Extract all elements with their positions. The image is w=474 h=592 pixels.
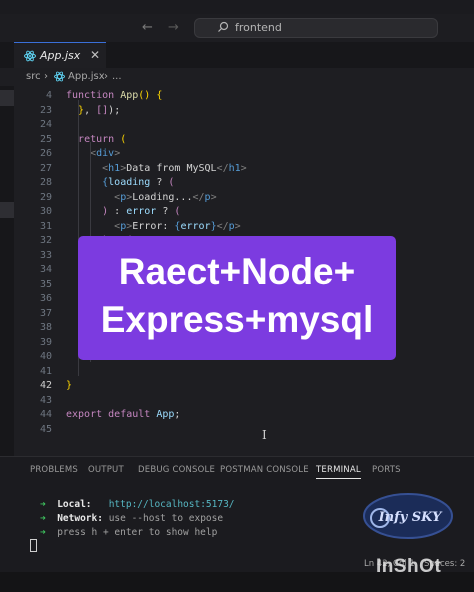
command-center-search[interactable]: frontend <box>194 18 438 38</box>
code-line[interactable]: 29 <p>Loading...</p> <box>14 192 474 206</box>
line-number: 26 <box>39 148 52 159</box>
line-number: 27 <box>39 162 52 174</box>
title-bar: ← → frontend <box>0 14 474 42</box>
tab-app-jsx[interactable]: App.jsx ✕ <box>14 42 106 68</box>
line-number: 24 <box>39 119 52 130</box>
line-number: 28 <box>39 177 52 188</box>
line-number: 29 <box>39 191 52 203</box>
title-overlay-banner: Raect+Node+ Express+mysql <box>78 236 396 360</box>
search-text: frontend <box>235 21 282 34</box>
tab-debug-console[interactable]: DEBUG CONSOLE <box>138 465 215 475</box>
tab-output[interactable]: OUTPUT <box>88 465 124 475</box>
line-number: 36 <box>39 293 52 304</box>
search-icon <box>218 21 229 32</box>
forward-arrow-icon[interactable]: → <box>168 20 179 35</box>
inshot-watermark: InShOt <box>376 556 442 577</box>
code-text: }, []); <box>78 104 121 116</box>
line-number: 25 <box>39 133 52 145</box>
code-text: <div> <box>90 148 121 159</box>
line-number: 31 <box>39 220 52 232</box>
line-number: 45 <box>39 423 52 435</box>
line-number: 23 <box>39 104 52 116</box>
code-line[interactable]: 44 export default App; <box>14 409 474 423</box>
tab-label: App.jsx <box>40 49 81 62</box>
editor-tab-bar: App.jsx ✕ <box>0 42 474 69</box>
terminal-line-network: ➜ Network: use --host to expose <box>40 513 224 524</box>
code-line[interactable]: 41 <box>14 366 474 380</box>
code-line[interactable]: 42} <box>14 380 474 394</box>
code-text: <p>Loading...</p> <box>114 191 217 203</box>
tab-postman-console[interactable]: POSTMAN CONSOLE <box>220 465 309 475</box>
line-number: 30 <box>39 206 52 217</box>
code-text: <p>Error: {error}</p> <box>114 220 241 232</box>
tab-terminal[interactable]: TERMINAL <box>316 465 361 479</box>
terminal-cursor <box>30 539 37 552</box>
code-line[interactable]: 26 <div> <box>14 148 474 162</box>
vscode-window: ← → frontend App.jsx ✕ src › App.jsx › .… <box>0 0 474 592</box>
code-line[interactable]: 27 <h1>Data from MySQL</h1> <box>14 163 474 177</box>
breadcrumb-more[interactable]: ... <box>112 71 122 82</box>
activity-strip <box>0 86 14 456</box>
tab-ports[interactable]: PORTS <box>372 465 401 475</box>
code-text: ) : error ? ( <box>102 206 181 217</box>
banner-line-2: Express+mysql <box>100 299 374 340</box>
breadcrumb-separator: › <box>44 71 48 82</box>
terminal-line-local: ➜ Local: http://localhost:5173/ <box>40 499 235 510</box>
banner-line-1: Raect+Node+ <box>118 251 356 292</box>
line-number: 32 <box>39 235 52 246</box>
breadcrumb-file[interactable]: App.jsx <box>68 71 105 82</box>
line-number: 39 <box>39 336 52 348</box>
code-line[interactable]: 24 <box>14 119 474 133</box>
react-icon <box>24 50 36 62</box>
breadcrumb: src › App.jsx › ... <box>0 68 474 86</box>
line-number: 44 <box>39 409 52 420</box>
svg-text:Infy SKY: Infy SKY <box>378 510 444 525</box>
code-line[interactable]: 23 }, []); <box>14 105 474 119</box>
strip-marker <box>0 90 14 106</box>
code-line[interactable]: 4 function App() { <box>14 90 474 104</box>
text-cursor-icon: I <box>262 428 267 442</box>
code-text: } <box>66 380 73 391</box>
code-line[interactable]: 28 {loading ? ( <box>14 177 474 191</box>
code-line[interactable]: 45 <box>14 424 474 438</box>
back-arrow-icon[interactable]: ← <box>142 20 153 35</box>
code-text: export default App; <box>66 409 181 420</box>
code-line[interactable]: 43 <box>14 395 474 409</box>
line-number: 35 <box>39 278 52 290</box>
terminal-line-help: ➜ press h + enter to show help <box>40 527 218 538</box>
line-number: 41 <box>39 365 52 377</box>
code-text: function App() { <box>66 90 163 101</box>
breadcrumb-separator: › <box>104 71 108 82</box>
line-number: 43 <box>39 394 52 406</box>
line-number: 33 <box>39 249 52 261</box>
close-icon[interactable]: ✕ <box>90 48 100 62</box>
code-text: {loading ? ( <box>102 177 175 188</box>
code-line[interactable]: 30 ) : error ? ( <box>14 206 474 220</box>
line-number: 42 <box>39 380 52 391</box>
breadcrumb-folder[interactable]: src <box>26 71 41 82</box>
line-number: 38 <box>39 322 52 333</box>
line-number: 37 <box>39 307 52 319</box>
line-number: 4 <box>45 90 52 101</box>
line-number: 40 <box>39 351 52 362</box>
code-text: <h1>Data from MySQL</h1> <box>102 162 247 174</box>
infy-sky-logo: Infy SKY <box>363 493 453 539</box>
line-number: 34 <box>39 264 52 275</box>
strip-marker <box>0 202 14 218</box>
code-text: return ( <box>78 133 127 145</box>
code-line[interactable]: 25 return ( <box>14 134 474 148</box>
react-icon <box>54 71 65 82</box>
code-line[interactable]: 31 <p>Error: {error}</p> <box>14 221 474 235</box>
tab-problems[interactable]: PROBLEMS <box>30 465 78 475</box>
